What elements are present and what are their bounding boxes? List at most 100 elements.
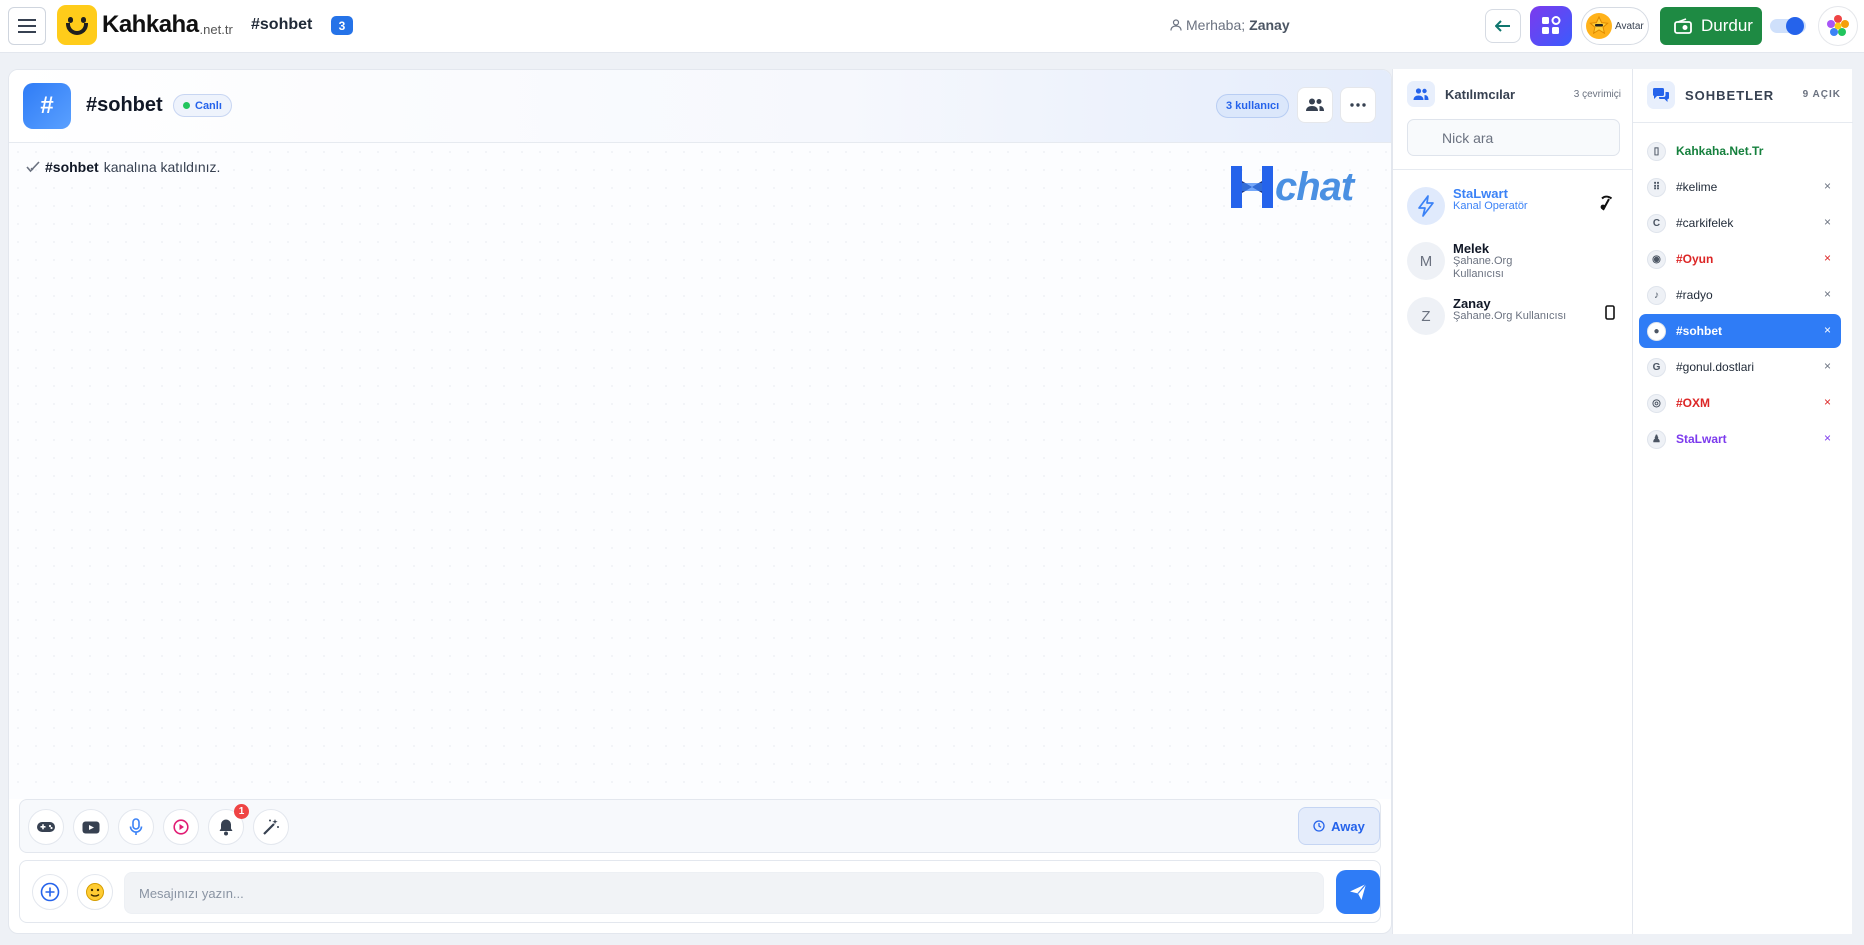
channel-count-badge: 3 — [331, 16, 353, 35]
users-icon — [1306, 98, 1324, 111]
chat-bubble-icon: ● — [1647, 322, 1666, 341]
notification-count-badge: 1 — [234, 804, 249, 819]
online-count: 3 çevrimiçi — [1573, 89, 1621, 100]
close-icon[interactable]: × — [1824, 395, 1831, 409]
channel-letter-icon: G — [1647, 358, 1666, 377]
more-horizontal-icon — [1350, 103, 1366, 107]
participant-name: StaLwart — [1453, 186, 1508, 201]
site-logo[interactable]: Kahkaha .net.tr — [57, 5, 233, 45]
conversation-name: #kelime — [1676, 180, 1718, 194]
conversation-name: #Oyun — [1676, 252, 1714, 266]
participant-item[interactable]: StaLwart Kanal Operatör — [1407, 181, 1629, 229]
user-icon: ♟ — [1647, 430, 1666, 449]
users-count-badge[interactable]: 3 kullanıcı — [1216, 94, 1290, 118]
server-icon: ▯ — [1647, 142, 1666, 161]
conversation-item[interactable]: G #gonul.dostlari × — [1639, 350, 1841, 384]
flower-menu-button[interactable] — [1818, 6, 1858, 46]
participants-title: Katılımcılar — [1445, 87, 1516, 102]
conversation-item[interactable]: ◉ #Oyun × — [1639, 242, 1841, 276]
participants-panel: Katılımcılar 3 çevrimiçi StaLwart Kanal … — [1392, 69, 1633, 934]
conversation-item[interactable]: ◎ #OXM × — [1639, 386, 1841, 420]
youtube-button[interactable] — [73, 809, 109, 845]
members-button[interactable] — [1297, 87, 1333, 123]
back-button[interactable] — [1485, 9, 1521, 43]
channel-header: # #sohbet Canlı 3 kullanıcı — [9, 70, 1391, 143]
h-logo-icon — [1231, 166, 1273, 208]
participant-item[interactable]: M Melek Şahane.Org Kullanıcısı — [1407, 236, 1629, 284]
close-icon[interactable]: × — [1824, 179, 1831, 193]
live-label: Canlı — [195, 99, 222, 112]
participants-icon — [1407, 81, 1435, 107]
close-icon[interactable]: × — [1824, 251, 1831, 265]
more-options-button[interactable] — [1340, 87, 1376, 123]
conversation-name: Kahkaha.Net.Tr — [1676, 144, 1764, 158]
message-composer — [19, 860, 1381, 923]
participant-avatar: Z — [1407, 297, 1445, 335]
greeting: Merhaba; Zanay — [1170, 17, 1290, 33]
operator-tool-icon — [1599, 195, 1613, 216]
send-button[interactable] — [1336, 870, 1380, 914]
away-button[interactable]: Away — [1298, 807, 1380, 845]
close-icon[interactable]: × — [1824, 323, 1831, 337]
close-icon[interactable]: × — [1824, 287, 1831, 301]
greeting-prefix: Merhaba; — [1186, 17, 1246, 33]
menu-button[interactable] — [8, 7, 46, 45]
logo-suffix: .net.tr — [199, 21, 233, 37]
message-text: kanalına katıldınız. — [103, 159, 221, 175]
avatar-button[interactable]: Avatar — [1581, 7, 1649, 45]
send-icon — [1350, 883, 1367, 900]
conversation-item[interactable]: ⠿ #kelime × — [1639, 170, 1841, 204]
live-status-badge: Canlı — [173, 94, 232, 117]
notifications-button[interactable]: 1 — [208, 804, 249, 845]
conversation-name: #carkifelek — [1676, 216, 1734, 230]
participant-name: Zanay — [1453, 296, 1491, 311]
live-dot-icon — [183, 102, 190, 109]
channel-title: #sohbet — [86, 94, 163, 116]
flower-icon — [1827, 15, 1849, 36]
lightning-icon — [1407, 187, 1445, 225]
open-count: 9 AÇIK — [1802, 89, 1841, 100]
hchat-text: chat — [1275, 164, 1354, 209]
clock-icon — [1313, 820, 1325, 832]
nick-search-input[interactable] — [1407, 119, 1620, 156]
smiley-logo-icon — [57, 5, 97, 45]
emoji-button[interactable] — [77, 874, 113, 910]
close-icon[interactable]: × — [1824, 215, 1831, 229]
star-avatar-icon — [1586, 13, 1612, 39]
media-play-button[interactable] — [163, 809, 199, 845]
participant-avatar: M — [1407, 242, 1445, 280]
away-label: Away — [1331, 818, 1365, 834]
youtube-icon — [82, 821, 100, 833]
microphone-icon — [129, 818, 143, 835]
current-channel-name: #sohbet — [251, 16, 313, 33]
music-note-icon: ♪ — [1647, 286, 1666, 305]
target-icon: ◎ — [1647, 394, 1666, 413]
magic-wand-button[interactable] — [253, 809, 289, 845]
participants-header: Katılımcılar 3 çevrimiçi — [1393, 69, 1633, 115]
message-input[interactable] — [124, 872, 1324, 914]
mobile-icon — [1605, 305, 1615, 325]
conversation-item[interactable]: ♟ StaLwart × — [1639, 422, 1841, 456]
conversation-item[interactable]: ♪ #radyo × — [1639, 278, 1841, 312]
microphone-button[interactable] — [118, 809, 154, 845]
toggle-knob[interactable] — [1786, 17, 1804, 35]
chat-bubbles-icon — [1647, 81, 1675, 109]
stop-button[interactable]: Durdur — [1660, 7, 1762, 45]
game-button[interactable] — [28, 809, 64, 845]
channel-letter-icon: C — [1647, 214, 1666, 233]
conversation-name: #sohbet — [1676, 324, 1723, 338]
apps-button[interactable] — [1530, 6, 1572, 46]
participant-role: Şahane.Org Kullanıcısı — [1453, 310, 1567, 322]
conversation-item[interactable]: ▯ Kahkaha.Net.Tr — [1639, 134, 1841, 168]
close-icon[interactable]: × — [1824, 359, 1831, 373]
conversation-item-active[interactable]: ● #sohbet × — [1639, 314, 1841, 348]
participant-item[interactable]: Z Zanay Şahane.Org Kullanıcısı — [1407, 291, 1629, 339]
close-icon[interactable]: × — [1824, 431, 1831, 445]
emoji-face-icon — [86, 883, 104, 901]
attach-button[interactable] — [32, 874, 68, 910]
conversation-item[interactable]: C #carkifelek × — [1639, 206, 1841, 240]
message-channel[interactable]: #sohbet — [45, 159, 99, 175]
message-area — [9, 143, 1391, 799]
user-icon — [1170, 19, 1182, 31]
conversation-name: StaLwart — [1676, 432, 1727, 446]
